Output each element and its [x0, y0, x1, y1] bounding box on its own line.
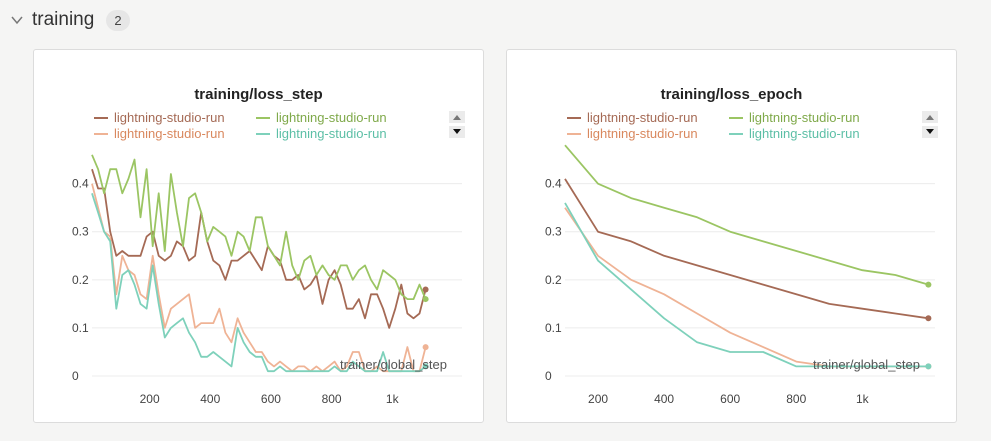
x-tick-label: 800 — [322, 392, 342, 406]
series-end-point — [925, 315, 932, 322]
y-tick-label: 0.1 — [545, 321, 562, 335]
panel-count-badge: 2 — [106, 9, 130, 31]
y-tick-label: 0.3 — [545, 225, 562, 239]
x-tick-label: 1k — [856, 392, 870, 406]
y-tick-label: 0.2 — [545, 273, 562, 287]
series-end-point — [422, 286, 429, 293]
chart-panel-loss-step[interactable]: training/loss_step lightning-studio-run … — [33, 49, 484, 423]
plot-area[interactable]: 0 0.1 0.2 0.3 0.4 200 400 600 800 1k trainer/globa… — [507, 50, 958, 424]
x-tick-label: 400 — [200, 392, 220, 406]
series-end-point — [925, 281, 932, 288]
x-tick-label: 600 — [261, 392, 281, 406]
y-tick-label: 0 — [72, 369, 79, 383]
x-axis-label: trainer/global_step — [813, 357, 920, 372]
x-tick-label: 1k — [386, 392, 400, 406]
x-tick-label: 600 — [720, 392, 740, 406]
y-tick-label: 0.3 — [72, 225, 89, 239]
x-tick-label: 800 — [786, 392, 806, 406]
series-end-point — [422, 296, 429, 303]
section-header[interactable]: training 2 — [10, 6, 130, 34]
x-tick-label: 400 — [654, 392, 674, 406]
y-tick-label: 0.4 — [545, 177, 562, 191]
series-line — [564, 178, 929, 320]
y-tick-label: 0.2 — [72, 273, 89, 287]
section-title: training — [32, 9, 95, 30]
series-line — [91, 193, 427, 373]
plot-area[interactable]: 0 0.1 0.2 0.3 0.4 200 400 600 800 1k trainer/globa… — [34, 50, 485, 424]
series-line — [564, 144, 929, 286]
chart-panel-loss-epoch[interactable]: training/loss_epoch lightning-studio-run… — [506, 49, 957, 423]
series-line — [564, 202, 929, 368]
x-tick-label: 200 — [588, 392, 608, 406]
y-tick-label: 0.4 — [72, 177, 89, 191]
series-end-point — [422, 344, 429, 351]
series-line — [91, 154, 427, 300]
chevron-down-icon[interactable] — [10, 13, 24, 27]
series-end-point — [925, 363, 932, 370]
x-tick-label: 200 — [140, 392, 160, 406]
y-tick-label: 0.1 — [72, 321, 89, 335]
x-axis-label: trainer/global_step — [340, 357, 447, 372]
y-tick-label: 0 — [545, 369, 552, 383]
